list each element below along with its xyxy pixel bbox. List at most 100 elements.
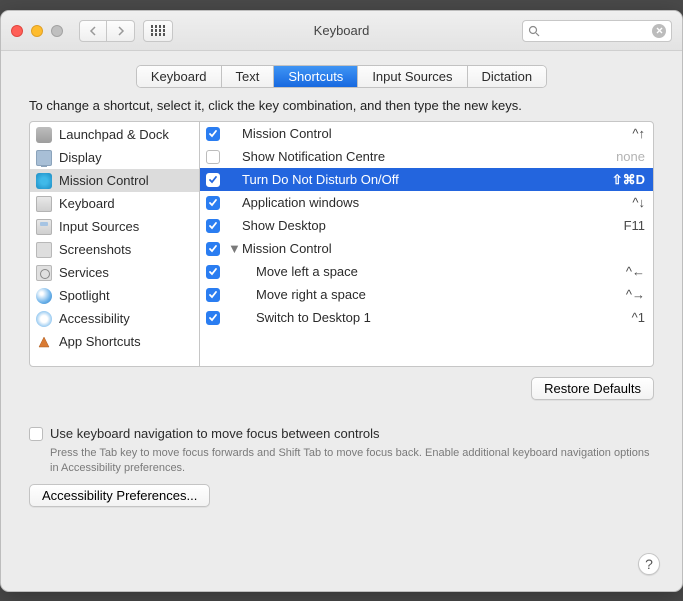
shortcut-key[interactable]: ^→: [626, 285, 645, 304]
minimize-window-button[interactable]: [31, 25, 43, 37]
shortcut-row[interactable]: Show Desktop F11: [200, 214, 653, 237]
shortcut-key[interactable]: ⇧⌘D: [612, 170, 645, 189]
input-sources-icon: [36, 219, 52, 235]
back-button[interactable]: [79, 20, 107, 42]
shortcut-name: Move left a space: [256, 262, 618, 281]
category-label: Launchpad & Dock: [59, 125, 169, 144]
category-label: Mission Control: [59, 171, 149, 190]
shortcut-row[interactable]: ▼Mission Control: [200, 237, 653, 260]
keyboard-nav-label: Use keyboard navigation to move focus be…: [50, 426, 380, 441]
category-app-shortcuts[interactable]: App Shortcuts: [30, 330, 199, 353]
keyboard-nav-checkbox[interactable]: [29, 427, 43, 441]
window-controls: [11, 25, 63, 37]
shortcut-row[interactable]: Switch to Desktop 1 ^1: [200, 306, 653, 329]
spotlight-icon: [36, 288, 52, 304]
shortcut-row[interactable]: Application windows ^↓: [200, 191, 653, 214]
category-label: Keyboard: [59, 194, 115, 213]
mission-control-icon: [36, 173, 52, 189]
shortcut-row[interactable]: Show Notification Centre none: [200, 145, 653, 168]
shortcut-checkbox[interactable]: [206, 150, 220, 164]
category-mission-control[interactable]: Mission Control: [30, 169, 199, 192]
category-list[interactable]: Launchpad & Dock Display Mission Control…: [30, 122, 200, 366]
shortcut-row[interactable]: Move left a space ^←: [200, 260, 653, 283]
display-icon: [36, 150, 52, 166]
close-window-button[interactable]: [11, 25, 23, 37]
shortcut-key[interactable]: ^1: [632, 308, 645, 327]
launchpad-icon: [36, 127, 52, 143]
category-keyboard[interactable]: Keyboard: [30, 192, 199, 215]
pane-body: To change a shortcut, select it, click t…: [1, 98, 682, 591]
keyboard-icon: [36, 196, 52, 212]
tab-dictation[interactable]: Dictation: [468, 66, 547, 87]
category-label: Services: [59, 263, 109, 282]
category-label: Display: [59, 148, 102, 167]
category-accessibility[interactable]: Accessibility: [30, 307, 199, 330]
accessibility-icon: [36, 311, 52, 327]
keyboard-prefs-window: Keyboard Keyboard Text Shortcuts Input S…: [0, 10, 683, 592]
category-screenshots[interactable]: Screenshots: [30, 238, 199, 261]
shortcut-row[interactable]: Mission Control ^↑: [200, 122, 653, 145]
shortcut-key[interactable]: F11: [624, 216, 645, 235]
shortcut-name: Show Notification Centre: [242, 147, 608, 166]
screenshots-icon: [36, 242, 52, 258]
help-button[interactable]: ?: [638, 553, 660, 575]
tab-text[interactable]: Text: [222, 66, 275, 87]
shortcut-name: Show Desktop: [242, 216, 616, 235]
shortcuts-split: Launchpad & Dock Display Mission Control…: [29, 121, 654, 367]
category-label: Accessibility: [59, 309, 130, 328]
accessibility-preferences-button[interactable]: Accessibility Preferences...: [29, 484, 210, 507]
instruction-text: To change a shortcut, select it, click t…: [29, 98, 654, 113]
category-label: Screenshots: [59, 240, 131, 259]
category-display[interactable]: Display: [30, 146, 199, 169]
shortcut-checkbox[interactable]: [206, 288, 220, 302]
shortcut-name: Switch to Desktop 1: [256, 308, 624, 327]
category-label: Input Sources: [59, 217, 139, 236]
keyboard-nav-subtext: Press the Tab key to move focus forwards…: [50, 446, 654, 476]
forward-button[interactable]: [107, 20, 135, 42]
show-all-button[interactable]: [143, 20, 173, 42]
category-launchpad[interactable]: Launchpad & Dock: [30, 123, 199, 146]
tab-input-sources[interactable]: Input Sources: [358, 66, 467, 87]
search-icon: [528, 25, 540, 37]
shortcut-row[interactable]: Turn Do Not Disturb On/Off⇧⌘D: [200, 168, 653, 191]
shortcut-key[interactable]: ^↓: [632, 193, 645, 212]
tab-shortcuts[interactable]: Shortcuts: [274, 66, 358, 87]
shortcut-key[interactable]: ^←: [626, 262, 645, 281]
shortcut-checkbox[interactable]: [206, 219, 220, 233]
shortcut-list[interactable]: Mission Control ^↑ Show Notification Centr…: [200, 122, 653, 366]
search-field[interactable]: [522, 20, 672, 42]
shortcut-checkbox[interactable]: [206, 242, 220, 256]
tab-bar: Keyboard Text Shortcuts Input Sources Di…: [1, 51, 682, 98]
disclosure-triangle-icon[interactable]: ▼: [228, 239, 238, 258]
services-icon: [36, 265, 52, 281]
category-label: Spotlight: [59, 286, 110, 305]
category-services[interactable]: Services: [30, 261, 199, 284]
shortcut-key[interactable]: none: [616, 147, 645, 166]
restore-defaults-button[interactable]: Restore Defaults: [531, 377, 654, 400]
window-title: Keyboard: [314, 23, 370, 38]
category-input-sources[interactable]: Input Sources: [30, 215, 199, 238]
shortcut-checkbox[interactable]: [206, 196, 220, 210]
shortcut-checkbox[interactable]: [206, 173, 220, 187]
shortcut-checkbox[interactable]: [206, 311, 220, 325]
tab-keyboard[interactable]: Keyboard: [137, 66, 222, 87]
category-spotlight[interactable]: Spotlight: [30, 284, 199, 307]
titlebar: Keyboard: [1, 11, 682, 51]
grid-icon: [151, 25, 166, 36]
shortcut-row[interactable]: Move right a space ^→: [200, 283, 653, 306]
shortcut-name: Mission Control: [242, 239, 637, 258]
x-icon: [656, 27, 663, 34]
chevron-left-icon: [89, 26, 97, 36]
shortcut-name: Application windows: [242, 193, 624, 212]
shortcut-checkbox[interactable]: [206, 265, 220, 279]
nav-segmented: [79, 20, 135, 42]
search-clear-button[interactable]: [652, 24, 666, 38]
chevron-right-icon: [117, 26, 125, 36]
shortcut-checkbox[interactable]: [206, 127, 220, 141]
shortcut-name: Move right a space: [256, 285, 618, 304]
shortcut-key[interactable]: ^↑: [632, 124, 645, 143]
zoom-window-button[interactable]: [51, 25, 63, 37]
shortcut-name: Mission Control: [242, 124, 624, 143]
app-shortcuts-icon: [36, 334, 52, 350]
keyboard-nav-row: Use keyboard navigation to move focus be…: [29, 426, 654, 441]
